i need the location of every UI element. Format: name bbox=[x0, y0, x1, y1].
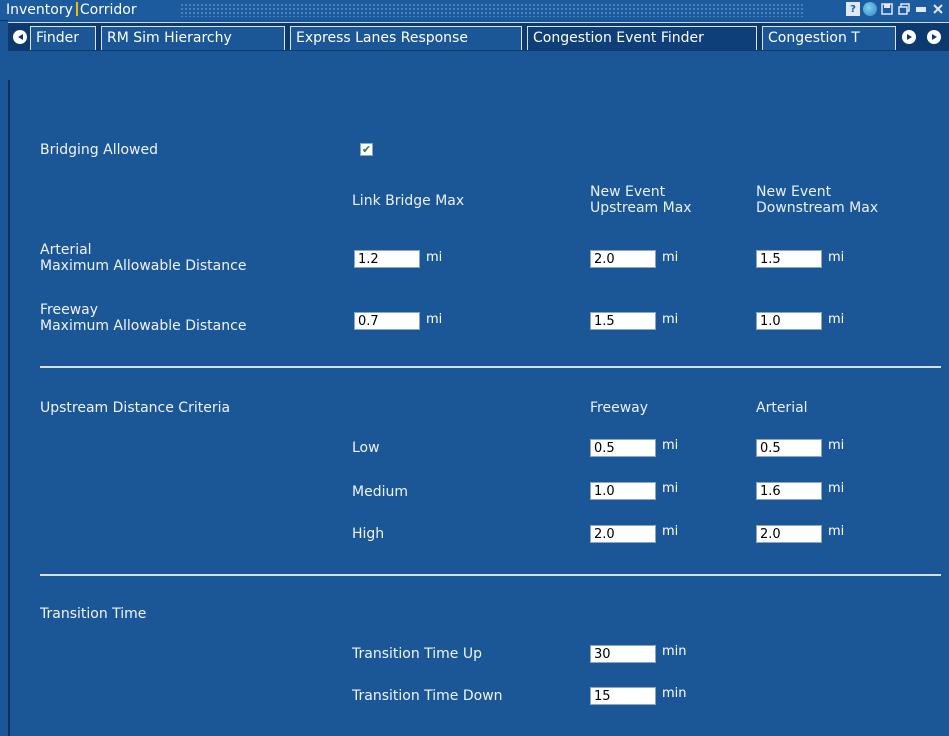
tab-congestion-t[interactable]: Congestion T bbox=[762, 26, 896, 50]
unit-mi: mi bbox=[662, 250, 679, 265]
unit-mi: mi bbox=[662, 438, 679, 453]
globe-icon[interactable] bbox=[863, 2, 877, 16]
close-icon[interactable] bbox=[931, 2, 945, 16]
arrow-right-icon bbox=[906, 34, 912, 40]
title-inventory[interactable]: Inventory bbox=[6, 2, 73, 18]
title-separator bbox=[75, 2, 78, 16]
save-icon[interactable] bbox=[880, 2, 894, 16]
col-upstream-max-line1: New Event bbox=[590, 184, 666, 200]
unit-mi: mi bbox=[662, 524, 679, 539]
title-drag-area[interactable] bbox=[180, 3, 805, 17]
high-freeway-input[interactable] bbox=[590, 525, 656, 543]
tab-express-lanes-response[interactable]: Express Lanes Response bbox=[290, 26, 522, 50]
help-icon[interactable]: ? bbox=[846, 2, 860, 16]
unit-mi: mi bbox=[662, 312, 679, 327]
criteria-high-label: High bbox=[352, 526, 385, 542]
arterial-downstream-input[interactable] bbox=[756, 250, 822, 268]
col-freeway: Freeway bbox=[590, 400, 649, 416]
window-controls: ? bbox=[846, 2, 945, 16]
col-upstream-max-line2: Upstream Max bbox=[590, 200, 692, 216]
freeway-downstream-input[interactable] bbox=[756, 312, 822, 330]
transition-down-label: Transition Time Down bbox=[352, 688, 503, 704]
unit-mi: mi bbox=[662, 481, 679, 496]
col-arterial: Arterial bbox=[756, 400, 808, 416]
tab-scroll-left-button[interactable] bbox=[13, 30, 27, 44]
freeway-sublabel: Maximum Allowable Distance bbox=[40, 318, 247, 334]
unit-mi: mi bbox=[828, 438, 845, 453]
restore-icon[interactable] bbox=[897, 2, 911, 16]
tab-finder[interactable]: Finder bbox=[30, 26, 96, 50]
title-corridor[interactable]: Corridor bbox=[80, 2, 137, 18]
tab-congestion-event-finder[interactable]: Congestion Event Finder bbox=[527, 26, 757, 50]
unit-mi: mi bbox=[828, 524, 845, 539]
tab-strip: Finder RM Sim Hierarchy Express Lanes Re… bbox=[8, 22, 949, 51]
unit-min: min bbox=[662, 686, 687, 701]
unit-mi: mi bbox=[426, 312, 443, 327]
arterial-upstream-input[interactable] bbox=[590, 250, 656, 268]
bridging-allowed-checkbox[interactable]: ✔ bbox=[360, 143, 373, 156]
tab-bar: Finder RM Sim Hierarchy Express Lanes Re… bbox=[8, 20, 949, 80]
unit-min: min bbox=[662, 644, 687, 659]
unit-mi: mi bbox=[828, 481, 845, 496]
col-downstream-max-line1: New Event bbox=[756, 184, 832, 200]
criteria-medium-label: Medium bbox=[352, 484, 408, 500]
medium-arterial-input[interactable] bbox=[756, 482, 822, 500]
arrow-left-icon bbox=[17, 34, 23, 40]
arterial-sublabel: Maximum Allowable Distance bbox=[40, 258, 247, 274]
unit-mi: mi bbox=[828, 250, 845, 265]
arterial-label: Arterial bbox=[40, 242, 92, 258]
arrow-right-icon bbox=[931, 34, 937, 40]
transition-down-input[interactable] bbox=[590, 687, 656, 705]
col-link-bridge-max: Link Bridge Max bbox=[352, 193, 465, 209]
high-arterial-input[interactable] bbox=[756, 525, 822, 543]
criteria-low-label: Low bbox=[352, 440, 380, 456]
arterial-link-bridge-input[interactable] bbox=[354, 250, 420, 268]
minimize-icon[interactable] bbox=[914, 2, 928, 16]
breadcrumb: Inventory Corridor bbox=[6, 2, 137, 18]
section-divider bbox=[40, 366, 941, 368]
tab-scroll-prev-button[interactable] bbox=[902, 30, 916, 44]
col-downstream-max-line2: Downstream Max bbox=[756, 200, 879, 216]
transition-up-label: Transition Time Up bbox=[352, 646, 482, 662]
transition-up-input[interactable] bbox=[590, 645, 656, 663]
transition-time-label: Transition Time bbox=[40, 606, 147, 622]
window-frame: Inventory Corridor ? Finder RM Sim Hiera… bbox=[0, 0, 949, 736]
low-arterial-input[interactable] bbox=[756, 439, 822, 457]
tab-scroll-right-button[interactable] bbox=[927, 30, 941, 44]
low-freeway-input[interactable] bbox=[590, 439, 656, 457]
tab-rm-sim-hierarchy[interactable]: RM Sim Hierarchy bbox=[101, 26, 285, 50]
freeway-upstream-input[interactable] bbox=[590, 312, 656, 330]
congestion-event-finder-panel: Bridging Allowed ✔ Link Bridge Max New E… bbox=[10, 80, 949, 736]
title-bar: Inventory Corridor ? bbox=[0, 0, 949, 21]
unit-mi: mi bbox=[426, 250, 443, 265]
freeway-link-bridge-input[interactable] bbox=[354, 312, 420, 330]
bridging-allowed-label: Bridging Allowed bbox=[40, 142, 158, 158]
section-divider bbox=[40, 574, 941, 576]
medium-freeway-input[interactable] bbox=[590, 482, 656, 500]
upstream-criteria-label: Upstream Distance Criteria bbox=[40, 400, 231, 416]
unit-mi: mi bbox=[828, 312, 845, 327]
freeway-label: Freeway bbox=[40, 302, 99, 318]
